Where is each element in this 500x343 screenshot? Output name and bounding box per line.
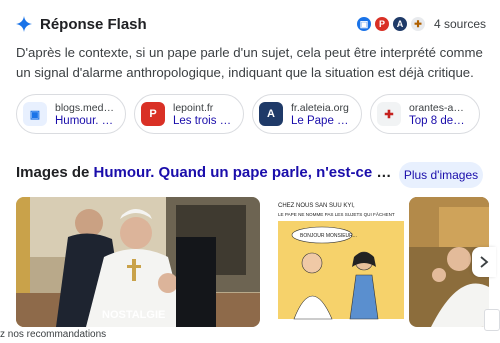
more-images-button[interactable]: Plus d'images <box>399 162 483 188</box>
images-heading-prefix: Images de <box>16 164 94 181</box>
images-query-link[interactable]: Humour. Quand un pape parle, n'est-ce pa… <box>94 164 396 181</box>
orantes-favicon-icon: ✚ <box>377 102 401 126</box>
carousel-next-button[interactable] <box>472 247 496 277</box>
lepoint-icon: P <box>373 16 390 32</box>
cartoon-caption-1: CHEZ NOUS SAN SUU KYI, <box>278 203 355 209</box>
source-link[interactable]: Les trois blag... <box>173 115 233 127</box>
source-card-aleteia[interactable]: A fr.aleteia.org Le Pape aux ... <box>252 94 362 134</box>
source-domain: orantes-assom... <box>409 101 469 114</box>
source-cards: ▣ blogs.mediapar... Humour. Sur ... P le… <box>16 94 480 134</box>
chevron-right-icon <box>480 256 489 268</box>
watermark-label: NOSTALGIE <box>102 309 165 321</box>
pope-photo-image: NOSTALGIE <box>16 197 260 327</box>
image-thumbnail-pope-wheelchair[interactable]: NOSTALGIE <box>16 197 260 327</box>
cartoon-image: CHEZ NOUS SAN SUU KYI, LE PAPE NE NOMME … <box>272 197 410 327</box>
mediapart-icon: ▣ <box>355 16 372 32</box>
source-card-mediapart[interactable]: ▣ blogs.mediapar... Humour. Sur ... <box>16 94 126 134</box>
mediapart-favicon-icon: ▣ <box>23 102 47 126</box>
source-link[interactable]: Humour. Sur ... <box>55 115 115 127</box>
image-carousel: NOSTALGIE CHEZ NOUS SAN SUU KYI, LE PAPE… <box>16 197 500 327</box>
image-thumbnail-cartoon[interactable]: CHEZ NOUS SAN SUU KYI, LE PAPE NE NOMME … <box>272 197 410 327</box>
source-link[interactable]: Top 8 des me... <box>409 115 469 127</box>
feedback-icon[interactable] <box>484 309 500 331</box>
sparkle-icon <box>16 16 32 32</box>
lepoint-favicon-icon: P <box>141 102 165 126</box>
source-icons: ▣ P A ✚ <box>354 16 426 32</box>
source-domain: fr.aleteia.org <box>291 101 349 114</box>
answer-header: Réponse Flash ▣ P A ✚ 4 sources <box>16 12 486 36</box>
sources-button[interactable]: ▣ P A ✚ 4 sources <box>354 16 486 32</box>
orantes-icon: ✚ <box>409 16 426 32</box>
answer-title: Réponse Flash <box>40 15 147 33</box>
cartoon-speech-bubble: BONJOUR MONSIEUR... <box>300 233 357 239</box>
source-card-lepoint[interactable]: P lepoint.fr Les trois blag... <box>134 94 244 134</box>
source-domain: lepoint.fr <box>173 101 214 114</box>
status-bar: z nos recommandations <box>0 329 111 343</box>
sources-count: 4 sources <box>433 17 486 31</box>
source-link[interactable]: Le Pape aux ... <box>291 115 351 127</box>
answer-text: D'après le contexte, si un pape parle d'… <box>16 45 483 80</box>
source-domain: blogs.mediapar... <box>55 101 115 114</box>
source-card-orantes[interactable]: ✚ orantes-assom... Top 8 des me... <box>370 94 480 134</box>
cartoon-caption-2: LE PAPE NE NOMME PAS LES SUJETS QUI FÂCH… <box>278 211 395 217</box>
images-heading: Images de Humour. Quand un pape parle, n… <box>16 164 396 181</box>
aleteia-favicon-icon: A <box>259 102 283 126</box>
aleteia-icon: A <box>391 16 408 32</box>
